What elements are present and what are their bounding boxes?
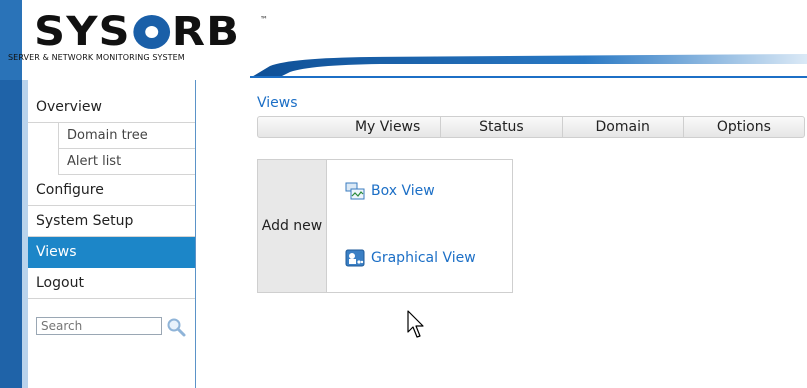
main-content: Views My Views Status Domain Options Add… — [197, 80, 807, 388]
tab-my-views[interactable]: My Views — [258, 117, 442, 137]
add-new-label: Add new — [258, 160, 327, 292]
sidebar-nav: Overview Domain tree Alert list Configur… — [28, 92, 195, 299]
tab-options[interactable]: Options — [684, 117, 804, 137]
search-icon[interactable] — [165, 316, 187, 338]
sidebar-item-domain-tree[interactable]: Domain tree — [58, 123, 195, 149]
header-left-strip — [0, 0, 22, 80]
sidebar-item-alert-list[interactable]: Alert list — [58, 149, 195, 175]
logo-subtitle: SERVER & NETWORK MONITORING SYSTEM — [8, 53, 185, 62]
graphical-view-label[interactable]: Graphical View — [371, 250, 476, 266]
graphical-view-icon — [345, 249, 365, 267]
mouse-cursor-icon — [407, 310, 424, 338]
graphical-view-link[interactable]: Graphical View — [345, 249, 476, 267]
box-view-label[interactable]: Box View — [371, 183, 435, 199]
search-input[interactable] — [36, 317, 162, 335]
logo-wordmark: SYS RB — [34, 9, 241, 55]
sidebar-divider — [195, 80, 196, 388]
sidebar-item-overview[interactable]: Overview — [28, 92, 195, 123]
header: SYS RB ™ SERVER & NETWORK MONITORING SYST… — [0, 0, 807, 80]
sysorb-logo: SYS RB ™ — [34, 12, 268, 52]
sidebar-item-system-setup[interactable]: System Setup — [28, 206, 195, 237]
views-tab-bar: My Views Status Domain Options — [257, 116, 805, 138]
tab-status[interactable]: Status — [441, 117, 563, 137]
sidebar-item-configure[interactable]: Configure — [28, 175, 195, 206]
sidebar: Overview Domain tree Alert list Configur… — [0, 80, 197, 388]
add-new-panel: Add new Box View Graphical View — [257, 159, 513, 293]
box-view-link[interactable]: Box View — [345, 182, 435, 200]
sidebar-accent-bar — [0, 80, 22, 388]
sidebar-item-views[interactable]: Views — [28, 237, 195, 268]
tab-domain[interactable]: Domain — [563, 117, 684, 137]
box-view-icon — [345, 182, 365, 200]
header-swoosh — [250, 54, 807, 78]
page-title: Views — [257, 95, 298, 111]
sidebar-item-logout[interactable]: Logout — [28, 268, 195, 299]
logo-trademark: ™ — [260, 15, 268, 24]
logo-o-circle — [132, 15, 170, 49]
